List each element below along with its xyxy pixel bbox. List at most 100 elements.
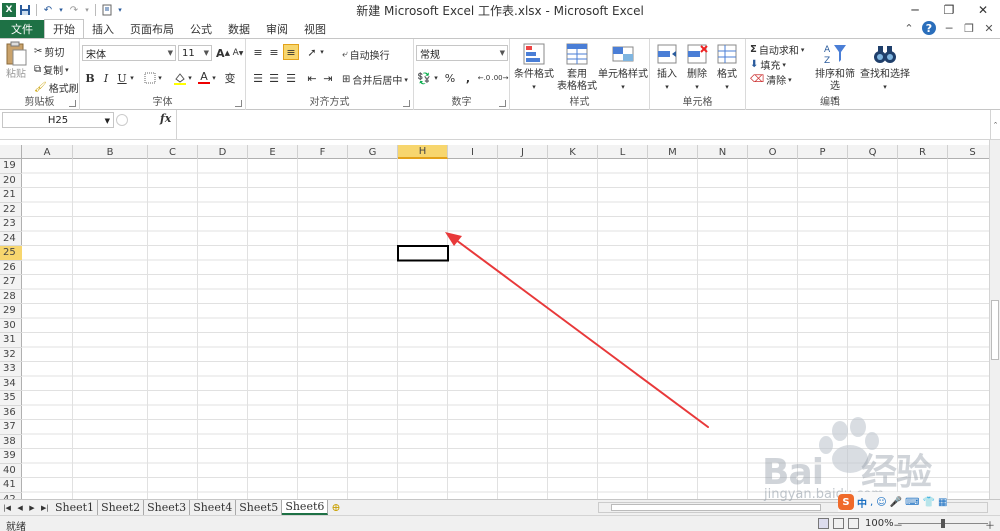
minimize-button[interactable]: ─ (898, 0, 932, 20)
percent-button[interactable]: % (442, 70, 458, 86)
column-header-q[interactable]: Q (848, 145, 898, 159)
help-icon[interactable]: ? (922, 21, 936, 35)
alignment-launcher-icon[interactable] (403, 100, 410, 107)
cell-styles-button[interactable]: 单元格样式 ▾ (598, 41, 648, 93)
column-header-e[interactable]: E (248, 145, 298, 159)
comma-button[interactable]: , (460, 70, 476, 86)
row-header-32[interactable]: 32 (0, 348, 22, 362)
merge-dropdown-icon[interactable]: ▾ (404, 76, 408, 84)
column-header-g[interactable]: G (348, 145, 398, 159)
decrease-indent-icon[interactable]: ⇤ (304, 70, 320, 86)
wrap-text-button[interactable]: ⤶ 自动换行 (342, 47, 390, 62)
format-cells-button[interactable]: 格式 ▾ (712, 41, 742, 93)
customize-qat-icon[interactable]: ▾ (116, 3, 124, 17)
column-header-n[interactable]: N (698, 145, 748, 159)
normal-view-icon[interactable] (818, 518, 829, 529)
column-header-a[interactable]: A (22, 145, 73, 159)
row-header-26[interactable]: 26 (0, 261, 22, 275)
row-header-29[interactable]: 29 (0, 304, 22, 319)
zoom-out-button[interactable]: － (893, 517, 903, 531)
row-header-31[interactable]: 31 (0, 333, 22, 348)
clear-button[interactable]: ⌫ 清除 ▾ (750, 72, 792, 87)
font-size-combo[interactable]: 11 ▼ (178, 45, 212, 61)
column-header-o[interactable]: O (748, 145, 798, 159)
shrink-font-button[interactable]: A ▼ (230, 45, 246, 61)
column-header-l[interactable]: L (598, 145, 648, 159)
row-header-22[interactable]: 22 (0, 203, 22, 217)
column-header-p[interactable]: P (798, 145, 848, 159)
copy-dropdown-icon[interactable]: ▾ (65, 66, 69, 74)
column-header-h[interactable]: H (398, 145, 448, 159)
tab-data[interactable]: 数据 (220, 20, 258, 38)
italic-button[interactable]: I (98, 70, 114, 86)
sheet-tab-sheet1[interactable]: Sheet1 (52, 500, 99, 515)
row-header-35[interactable]: 35 (0, 391, 22, 406)
cut-button[interactable]: ✂ 剪切 (34, 44, 64, 59)
workbook-close-icon[interactable]: ✕ (982, 21, 996, 35)
undo-dropdown-icon[interactable]: ▾ (57, 3, 65, 17)
column-header-d[interactable]: D (198, 145, 248, 159)
zoom-slider-knob[interactable] (941, 519, 945, 528)
skin-icon[interactable]: 👕 (923, 497, 935, 508)
row-header-20[interactable]: 20 (0, 174, 22, 188)
row-header-38[interactable]: 38 (0, 435, 22, 449)
row-header-34[interactable]: 34 (0, 377, 22, 391)
clipboard-launcher-icon[interactable] (69, 100, 76, 107)
find-select-button[interactable]: 查找和选择 ▾ (860, 41, 910, 93)
last-sheet-icon[interactable]: ▶| (41, 504, 49, 512)
keyboard-icon[interactable]: ⌨ (905, 497, 919, 508)
name-box[interactable]: H25 ▼ (2, 112, 114, 128)
align-top-icon[interactable]: ≡ (250, 44, 266, 60)
undo-icon[interactable]: ↶ (41, 3, 55, 17)
vertical-scrollbar[interactable] (989, 140, 1000, 499)
accounting-format-icon[interactable]: 💱 (416, 70, 432, 86)
prev-sheet-icon[interactable]: ◀ (17, 504, 22, 512)
column-header-j[interactable]: J (498, 145, 548, 159)
punctuation-icon[interactable]: , (870, 497, 873, 508)
formula-input[interactable] (176, 110, 990, 139)
microphone-icon[interactable]: 🎤 (890, 497, 902, 508)
underline-dropdown-icon[interactable]: ▾ (128, 70, 136, 86)
bold-button[interactable]: B (82, 70, 98, 86)
first-sheet-icon[interactable]: |◀ (3, 504, 11, 512)
row-header-28[interactable]: 28 (0, 290, 22, 304)
merge-center-button[interactable]: ⊞ 合并后居中 ▾ (342, 72, 408, 87)
decrease-decimal-button[interactable]: .00→ (492, 70, 509, 86)
select-all-button[interactable] (0, 145, 22, 159)
column-header-k[interactable]: K (548, 145, 598, 159)
sheet-tab-sheet3[interactable]: Sheet3 (144, 500, 191, 515)
format-as-table-button[interactable]: 套用 表格格式 (556, 41, 598, 93)
tab-formulas[interactable]: 公式 (182, 20, 220, 38)
tab-page-layout[interactable]: 页面布局 (122, 20, 182, 38)
cell-area[interactable] (22, 159, 989, 499)
sogou-logo-icon[interactable]: S (838, 494, 854, 510)
redo-icon[interactable]: ↷ (67, 3, 81, 17)
insert-function-button[interactable]: fx (160, 112, 176, 128)
expand-formula-bar-icon[interactable]: ⌃ (990, 110, 1000, 140)
insert-sheet-icon[interactable]: ⊕ (328, 500, 343, 515)
align-right-icon[interactable]: ☰ (283, 70, 299, 86)
sheet-tab-sheet5[interactable]: Sheet5 (236, 500, 283, 515)
paste-button[interactable]: 粘贴 (4, 41, 28, 81)
increase-decimal-button[interactable]: ←.0 (476, 70, 492, 86)
row-header-21[interactable]: 21 (0, 188, 22, 203)
grow-font-button[interactable]: A ▲ (215, 45, 231, 61)
align-left-icon[interactable]: ☰ (250, 70, 266, 86)
zoom-in-button[interactable]: ＋ (985, 517, 995, 531)
sheet-tab-sheet2[interactable]: Sheet2 (98, 500, 145, 515)
tab-view[interactable]: 视图 (296, 20, 334, 38)
row-header-37[interactable]: 37 (0, 420, 22, 435)
conditional-formatting-button[interactable]: 条件格式 ▾ (512, 41, 556, 93)
fill-button[interactable]: ⬇ 填充 ▾ (750, 57, 786, 72)
row-header-27[interactable]: 27 (0, 275, 22, 290)
autosum-button[interactable]: Σ 自动求和 ▾ (750, 42, 804, 57)
tab-insert[interactable]: 插入 (84, 20, 122, 38)
close-button[interactable]: ✕ (966, 0, 1000, 20)
accounting-dropdown-icon[interactable]: ▾ (432, 70, 440, 86)
row-header-30[interactable]: 30 (0, 319, 22, 333)
row-header-40[interactable]: 40 (0, 464, 22, 478)
row-header-41[interactable]: 41 (0, 478, 22, 493)
align-bottom-icon[interactable]: ≡ (283, 44, 299, 60)
vertical-scroll-thumb[interactable] (991, 300, 999, 360)
row-header-23[interactable]: 23 (0, 217, 22, 232)
